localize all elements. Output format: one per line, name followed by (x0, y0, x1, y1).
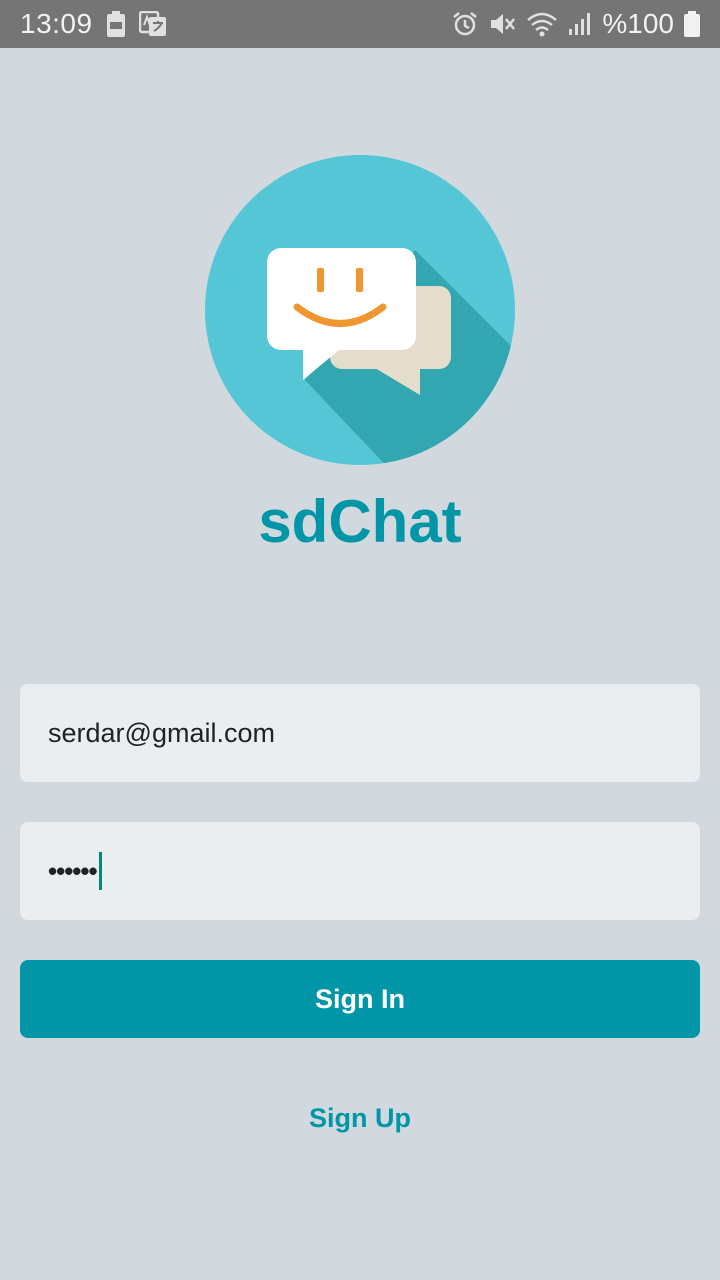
translate-icon (138, 11, 167, 37)
mute-icon (488, 11, 516, 37)
password-field[interactable]: •••••• (20, 822, 700, 920)
wifi-icon (526, 11, 558, 37)
app-title: sdChat (258, 488, 462, 555)
text-cursor (98, 852, 102, 890)
sign-in-button[interactable]: Sign In (20, 960, 700, 1038)
app-logo (205, 155, 515, 465)
chat-bubbles-logo-icon (205, 155, 515, 465)
email-value: serdar@gmail.com (48, 717, 275, 748)
signal-icon (568, 12, 592, 36)
email-field[interactable]: serdar@gmail.com (20, 684, 700, 782)
battery-saver-icon (106, 11, 125, 37)
alarm-icon (452, 11, 478, 37)
status-bar: 13:09 %100 (0, 0, 720, 48)
battery-percent: %100 (602, 8, 674, 39)
sign-up-link[interactable]: Sign Up (0, 1098, 720, 1138)
battery-icon (684, 11, 700, 37)
status-left: 13:09 (20, 8, 452, 40)
password-value: •••••• (48, 855, 98, 886)
status-right: %100 (452, 8, 700, 40)
status-time: 13:09 (20, 8, 93, 39)
sign-in-label: Sign In (315, 983, 405, 1014)
